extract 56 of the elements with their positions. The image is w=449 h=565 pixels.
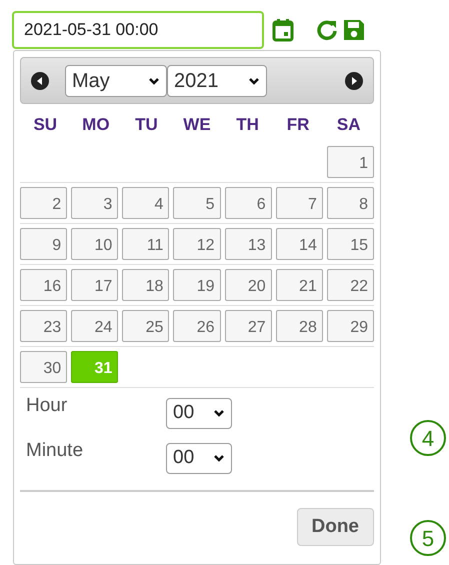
refresh-icon[interactable] bbox=[316, 19, 338, 41]
day-cell[interactable]: 20 bbox=[224, 268, 272, 300]
step-marker: 4 bbox=[410, 420, 446, 456]
date-input-field[interactable]: 2021-05-31 00:00 bbox=[12, 11, 264, 49]
day-cell[interactable]: 23 bbox=[20, 310, 68, 342]
month-select[interactable]: May bbox=[65, 64, 167, 96]
time-select[interactable]: 00 bbox=[166, 442, 232, 474]
chevron-down-icon bbox=[213, 453, 225, 463]
day-cell[interactable]: 1 bbox=[326, 146, 374, 178]
day-cell[interactable]: 4 bbox=[122, 186, 170, 218]
day-cell[interactable]: 30 bbox=[20, 350, 68, 382]
time-select[interactable]: 00 bbox=[166, 398, 232, 428]
day-cell[interactable]: 17 bbox=[71, 268, 118, 300]
next-icon[interactable] bbox=[345, 72, 363, 90]
day-cell[interactable]: 10 bbox=[71, 228, 118, 260]
day-cell[interactable]: 9 bbox=[20, 228, 68, 260]
weekday-label: TU bbox=[134, 114, 159, 136]
chevron-down-icon bbox=[148, 76, 160, 86]
weekday-label: SU bbox=[32, 114, 58, 136]
year-select[interactable]: 2021 bbox=[167, 64, 267, 96]
chevron-down-icon bbox=[213, 408, 225, 418]
step-marker: 5 bbox=[410, 520, 446, 556]
day-cell[interactable]: 12 bbox=[173, 228, 221, 260]
day-cell[interactable]: 18 bbox=[122, 268, 170, 300]
day-cell[interactable]: 8 bbox=[326, 186, 374, 218]
weekday-label: MO bbox=[81, 114, 111, 136]
day-cell[interactable]: 25 bbox=[122, 310, 170, 342]
day-cell[interactable]: 24 bbox=[71, 310, 118, 342]
time-label: Hour bbox=[26, 394, 68, 418]
weekday-label: WE bbox=[182, 114, 212, 136]
day-cell[interactable]: 14 bbox=[276, 228, 323, 260]
calendar-icon[interactable] bbox=[272, 18, 294, 42]
day-cell[interactable]: 6 bbox=[224, 186, 272, 218]
previous-icon[interactable] bbox=[31, 72, 49, 90]
day-cell[interactable]: 5 bbox=[173, 186, 221, 218]
day-cell[interactable]: 15 bbox=[326, 228, 374, 260]
weekday-label: SA bbox=[336, 114, 362, 136]
day-cell[interactable]: 13 bbox=[224, 228, 272, 260]
day-cell[interactable]: 28 bbox=[276, 310, 323, 342]
done-button[interactable]: Done bbox=[296, 508, 374, 546]
weekday-label: TH bbox=[235, 114, 260, 136]
day-cell[interactable]: 7 bbox=[276, 186, 323, 218]
time-label: Minute bbox=[26, 438, 84, 462]
day-cell[interactable]: 2 bbox=[20, 186, 68, 218]
day-cell[interactable]: 21 bbox=[276, 268, 323, 300]
save-icon[interactable] bbox=[342, 18, 366, 42]
day-cell[interactable]: 11 bbox=[122, 228, 170, 260]
day-cell[interactable]: 16 bbox=[20, 268, 68, 300]
day-cell[interactable]: 29 bbox=[326, 310, 374, 342]
chevron-down-icon bbox=[248, 76, 260, 86]
day-cell[interactable]: 3 bbox=[71, 186, 118, 218]
weekday-label: FR bbox=[286, 114, 310, 136]
day-cell[interactable]: 26 bbox=[173, 310, 221, 342]
day-cell[interactable]: 19 bbox=[173, 268, 221, 300]
day-cell[interactable]: 22 bbox=[326, 268, 374, 300]
day-cell[interactable]: 27 bbox=[224, 310, 272, 342]
